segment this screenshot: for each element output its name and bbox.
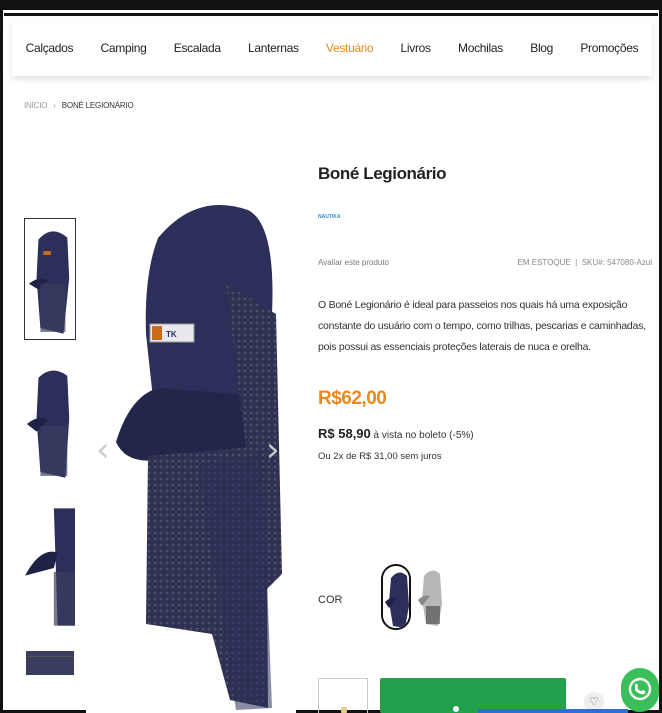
color-swatch-gray-image <box>416 564 446 630</box>
whatsapp-icon[interactable] <box>621 668 659 712</box>
thumbnail-2[interactable] <box>24 362 76 484</box>
brand-logo[interactable]: NAUTIKA <box>318 214 652 220</box>
sku-value: 547080-Azul <box>607 258 652 267</box>
nav-item-camping[interactable]: Camping <box>101 41 147 55</box>
main-navigation: Calçados Camping Escalada Lanternas Vest… <box>12 20 652 76</box>
thumbnail-list <box>24 218 76 698</box>
nav-item-livros[interactable]: Livros <box>401 41 432 55</box>
cap-thumbnail-image <box>25 220 75 338</box>
cap-product-image: TK <box>86 164 296 713</box>
installments-text: Ou 2x de R$ 31,00 sem juros <box>318 451 442 462</box>
color-label: COR <box>318 594 343 606</box>
breadcrumb-separator: › <box>53 101 56 110</box>
product-main-image[interactable]: TK <box>86 164 296 713</box>
breadcrumb-current: BONÉ LEGIONÁRIO <box>61 101 134 110</box>
breadcrumb-home[interactable]: INÍCIO <box>24 101 47 110</box>
color-swatch-navy-image <box>383 566 409 628</box>
stock-sku: EM ESTOQUE | SKU#: 547080-Azul <box>518 258 652 267</box>
nav-item-blog[interactable]: Blog <box>530 41 553 55</box>
product-description: O Boné Legionário é ideal para passeios … <box>318 299 646 353</box>
window-top-border-inner <box>4 13 658 16</box>
nav-item-promocoes[interactable]: Promoções <box>580 41 638 55</box>
breadcrumb: INÍCIO › BONÉ LEGIONÁRIO <box>24 101 134 110</box>
svg-text:TK: TK <box>166 330 177 339</box>
review-link[interactable]: Avaliar este produto <box>318 258 389 267</box>
boleto-price-value: R$ 58,90 <box>318 426 371 441</box>
gallery-next-arrow[interactable]: › <box>266 430 280 470</box>
boleto-price: R$ 58,90 à vista no boleto (-5%) <box>318 426 652 441</box>
nav-item-calcados[interactable]: Calçados <box>26 41 74 55</box>
thumbnail-3[interactable] <box>24 506 76 628</box>
thumbnail-1[interactable] <box>24 218 76 340</box>
cap-thumbnail-image <box>25 364 75 482</box>
product-info: Boné Legionário NAUTIKA Avaliar este pro… <box>318 164 652 630</box>
nav-item-escalada[interactable]: Escalada <box>174 41 221 55</box>
meta-divider: | <box>572 258 580 267</box>
product-title: Boné Legionário <box>318 164 447 183</box>
nav-item-mochilas[interactable]: Mochilas <box>458 41 503 55</box>
buy-button-icon <box>453 706 459 712</box>
bottom-blue-bar <box>478 709 628 713</box>
thumbnail-4[interactable] <box>24 650 76 676</box>
window-left-border <box>0 0 3 713</box>
purchase-actions: ♡ <box>318 668 662 713</box>
stock-status: EM ESTOQUE <box>517 258 571 267</box>
gallery-prev-arrow[interactable]: ‹ <box>96 430 110 470</box>
nav-item-vestuario[interactable]: Vestuário <box>326 41 374 55</box>
color-selector: COR <box>318 564 652 634</box>
product-meta: Avaliar este produto EM ESTOQUE | SKU#: … <box>318 258 652 267</box>
boleto-price-text: à vista no boleto (-5%) <box>373 430 474 441</box>
buy-button[interactable] <box>380 678 566 713</box>
color-swatch-gray[interactable] <box>416 564 446 630</box>
sku-label: SKU#: <box>581 258 605 267</box>
quantity-input[interactable] <box>318 678 368 713</box>
window-top-border <box>0 0 662 10</box>
cap-thumbnail-image <box>25 508 75 626</box>
product-price: R$62,00 <box>318 388 387 409</box>
whatsapp-phone-glyph <box>628 677 652 701</box>
color-swatch-navy[interactable] <box>381 564 411 630</box>
nav-item-lanternas[interactable]: Lanternas <box>248 41 299 55</box>
cap-thumbnail-image <box>26 651 74 675</box>
quantity-indicator <box>341 707 347 713</box>
